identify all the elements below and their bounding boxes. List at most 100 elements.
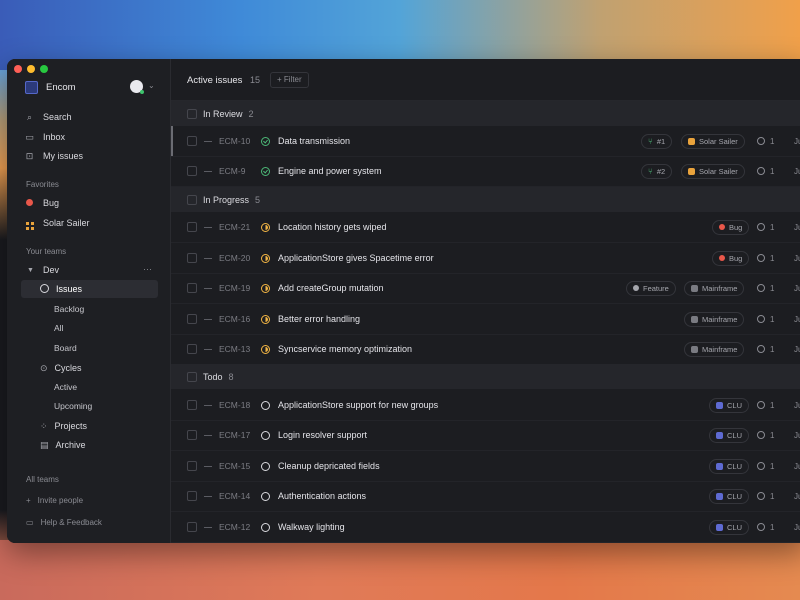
row-checkbox[interactable]	[187, 314, 197, 324]
issue-row[interactable]: ECM-12 Walkway lighting CLU 1 Ju	[171, 512, 800, 543]
status-todo-icon[interactable]	[261, 522, 270, 532]
status-in-progress-icon[interactable]	[261, 314, 270, 324]
zoom-window-button[interactable]	[40, 65, 48, 73]
team-archive[interactable]: ▤ Archive	[40, 438, 86, 452]
row-checkbox[interactable]	[187, 283, 197, 293]
row-checkbox[interactable]	[187, 136, 197, 146]
minimize-window-button[interactable]	[27, 65, 35, 73]
team-dev[interactable]: ▼ Dev	[26, 263, 59, 277]
workspace-switcher[interactable]: Encom	[25, 81, 76, 94]
estimate-icon	[757, 523, 765, 531]
close-window-button[interactable]	[14, 65, 22, 73]
team-all[interactable]: All	[54, 323, 63, 333]
label-chip[interactable]: Solar Sailer	[681, 133, 745, 149]
favorite-solar-sailer[interactable]: Solar Sailer	[25, 216, 90, 230]
project-chip[interactable]: CLU	[709, 519, 750, 535]
nav-inbox[interactable]: ▭ Inbox	[25, 130, 65, 144]
project-chip[interactable]: CLU	[709, 488, 750, 504]
status-todo-icon[interactable]	[261, 491, 270, 501]
issue-row[interactable]: ECM-14 Authentication actions CLU 1 Ju	[171, 481, 800, 512]
nav-search[interactable]: ⌕ Search	[25, 110, 72, 124]
estimate-value: 1	[770, 430, 775, 440]
estimate[interactable]: 1	[757, 431, 774, 440]
group-count: 8	[228, 371, 234, 382]
team-backlog[interactable]: Backlog	[54, 304, 84, 314]
group-title: In Progress 5	[203, 195, 260, 205]
help-feedback-button[interactable]: ▭ Help & Feedback	[26, 518, 102, 527]
row-checkbox[interactable]	[187, 344, 197, 354]
group-checkbox[interactable]	[187, 194, 197, 205]
nav-my-issues[interactable]: ⊡ My issues	[25, 149, 83, 163]
favorite-bug[interactable]: Bug	[25, 196, 59, 210]
issue-row[interactable]: ECM-17 Login resolver support CLU 1 Ju	[171, 420, 800, 451]
project-chip[interactable]: CLU	[709, 397, 750, 413]
row-checkbox[interactable]	[187, 491, 197, 501]
estimate[interactable]: 1	[757, 523, 774, 532]
invite-people-button[interactable]: + Invite people	[26, 496, 83, 505]
estimate[interactable]: 1	[757, 284, 774, 293]
project-chip[interactable]: CLU	[709, 427, 750, 443]
team-cycles-upcoming[interactable]: Upcoming	[54, 401, 92, 411]
all-teams-link[interactable]: All teams	[26, 475, 59, 484]
estimate[interactable]: 1	[757, 223, 774, 232]
label-chip[interactable]: Bug	[712, 219, 750, 235]
issue-row[interactable]: ECM-15 Cleanup depricated fields CLU 1 J…	[171, 451, 800, 482]
estimate[interactable]: 1	[757, 462, 774, 471]
team-issues[interactable]: Issues	[40, 282, 82, 296]
pull-request-chip[interactable]: ⑂ #1	[641, 133, 673, 149]
issue-row[interactable]: ECM-20 ApplicationStore gives Spacetime …	[171, 243, 800, 274]
issue-row[interactable]: ECM-16 Better error handling Mainframe 1…	[171, 304, 800, 335]
team-cycles[interactable]: ⊙ Cycles	[40, 361, 82, 375]
row-checkbox[interactable]	[187, 166, 197, 176]
project-chip[interactable]: Mainframe	[684, 341, 745, 357]
row-checkbox[interactable]	[187, 461, 197, 471]
team-cycles-active[interactable]: Active	[54, 382, 77, 392]
label-chip[interactable]: Solar Sailer	[681, 163, 745, 179]
status-in-review-icon[interactable]	[261, 166, 270, 176]
estimate[interactable]: 1	[757, 345, 774, 354]
row-checkbox[interactable]	[187, 253, 197, 263]
issue-row[interactable]: ECM-19 Add createGroup mutation Feature …	[171, 273, 800, 304]
row-checkbox[interactable]	[187, 222, 197, 232]
team-board[interactable]: Board	[54, 343, 77, 353]
team-projects[interactable]: ⁘ Projects	[40, 419, 87, 433]
group-checkbox[interactable]	[187, 108, 197, 119]
status-in-review-icon[interactable]	[261, 136, 270, 146]
status-todo-icon[interactable]	[261, 461, 270, 471]
status-in-progress-icon[interactable]	[261, 344, 270, 354]
label-chip[interactable]: Feature	[626, 280, 676, 296]
status-todo-icon[interactable]	[261, 430, 270, 440]
estimate-value: 1	[770, 253, 775, 263]
pull-request-chip[interactable]: ⑂ #2	[641, 163, 673, 179]
filter-button[interactable]: + Filter	[270, 72, 309, 88]
status-in-progress-icon[interactable]	[261, 283, 270, 293]
project-chip[interactable]: CLU	[709, 458, 750, 474]
issue-row[interactable]: ECM-9 Engine and power system ⑂ #2 Solar …	[171, 156, 800, 187]
estimate[interactable]: 1	[757, 401, 774, 410]
group-header-todo[interactable]: Todo 8	[171, 364, 800, 389]
project-icon	[716, 401, 723, 409]
status-todo-icon[interactable]	[261, 400, 270, 410]
chevron-down-icon[interactable]: ⌄	[148, 81, 155, 90]
issue-row[interactable]: ECM-13 Syncservice memory optimization M…	[171, 334, 800, 365]
row-checkbox[interactable]	[187, 522, 197, 532]
estimate[interactable]: 1	[757, 315, 774, 324]
label-chip[interactable]: Bug	[712, 250, 750, 266]
issue-row[interactable]: ECM-10 Data transmission ⑂ #1 Solar Saile…	[171, 126, 800, 157]
group-checkbox[interactable]	[187, 371, 197, 382]
issue-row[interactable]: ECM-21 Location history gets wiped Bug 1…	[171, 212, 800, 243]
estimate[interactable]: 1	[757, 492, 774, 501]
group-header-in-review[interactable]: In Review 2	[171, 101, 800, 126]
estimate[interactable]: 1	[757, 254, 774, 263]
status-in-progress-icon[interactable]	[261, 222, 270, 232]
team-more-button[interactable]: ···	[143, 264, 152, 274]
project-chip[interactable]: Mainframe	[684, 280, 745, 296]
group-header-in-progress[interactable]: In Progress 5	[171, 187, 800, 212]
issue-row[interactable]: ECM-18 ApplicationStore support for new …	[171, 390, 800, 421]
row-checkbox[interactable]	[187, 400, 197, 410]
project-chip[interactable]: Mainframe	[684, 311, 745, 327]
row-checkbox[interactable]	[187, 430, 197, 440]
estimate[interactable]: 1	[757, 167, 774, 176]
estimate[interactable]: 1	[757, 137, 774, 146]
status-in-progress-icon[interactable]	[261, 253, 270, 263]
